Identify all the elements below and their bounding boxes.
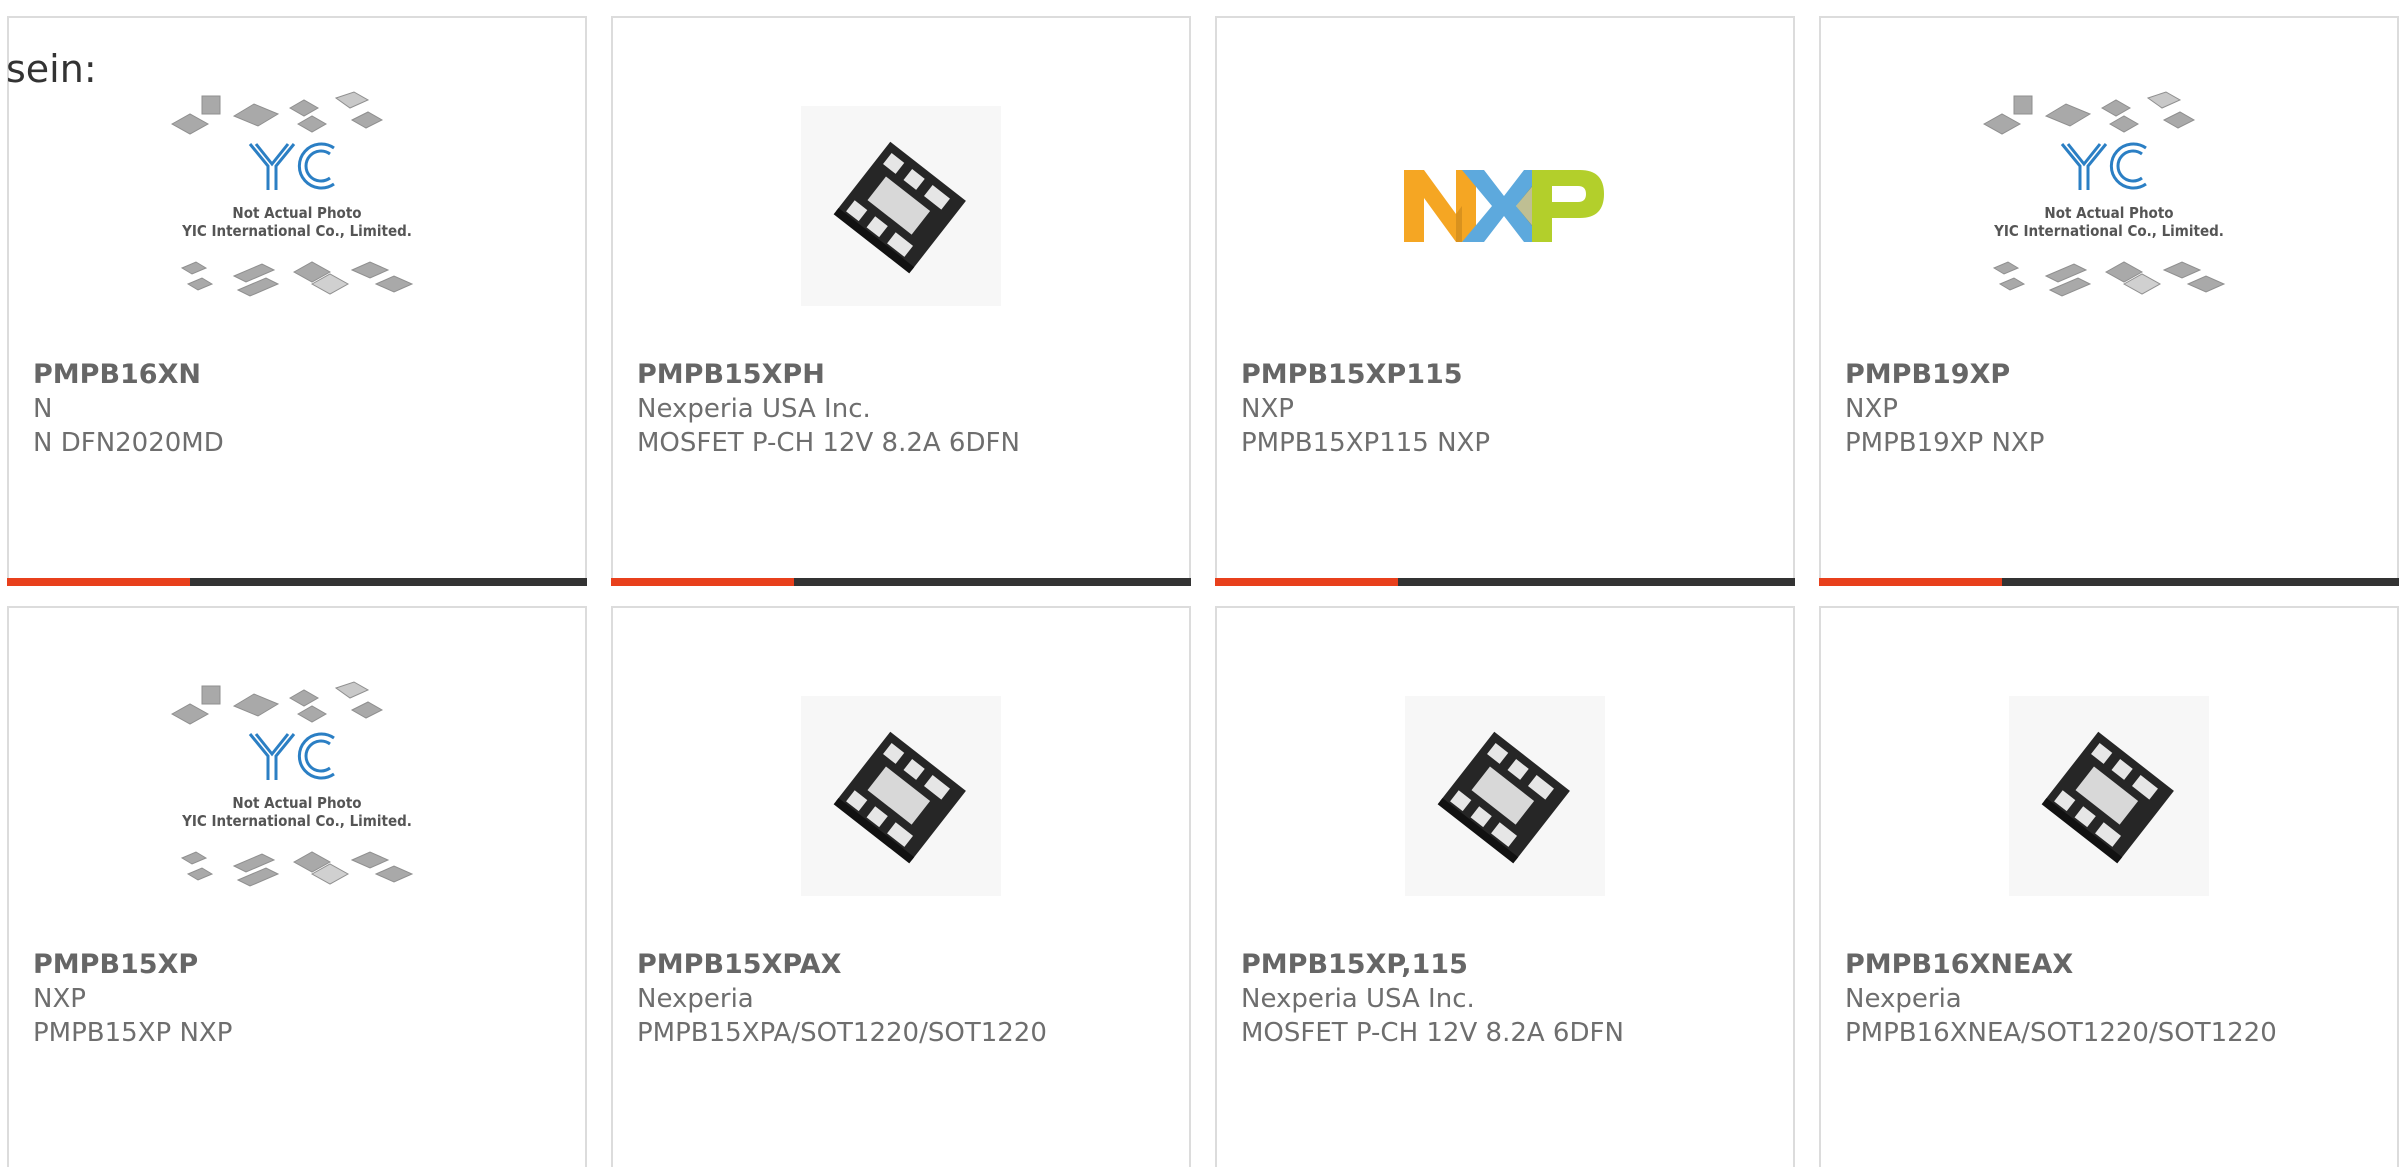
product-image — [1217, 663, 1793, 928]
description: N DFN2020MD — [33, 428, 224, 458]
manufacturer: NXP — [1845, 394, 1898, 424]
chip-image — [801, 695, 1001, 896]
card-bottom-bar — [1215, 578, 1795, 586]
manufacturer: Nexperia — [1845, 984, 1962, 1014]
part-number[interactable]: PMPB19XP — [1845, 358, 2387, 392]
description: MOSFET P-CH 12V 8.2A 6DFN — [1241, 1018, 1624, 1048]
yic-line1: Not Actual Photo — [232, 204, 361, 222]
part-number[interactable]: PMPB15XP — [33, 948, 575, 982]
yic-line2: YIC International Co., Limited. — [181, 812, 412, 830]
description: MOSFET P-CH 12V 8.2A 6DFN — [637, 428, 1020, 458]
yic-line2: YIC International Co., Limited. — [181, 222, 412, 240]
part-number[interactable]: PMPB15XPAX — [637, 948, 1179, 982]
product-image — [613, 663, 1189, 928]
chip-image — [1405, 695, 1605, 896]
yic-line2: YIC International Co., Limited. — [1993, 222, 2224, 240]
manufacturer: Nexperia USA Inc. — [1241, 984, 1475, 1014]
product-card[interactable]: PMPB15XP115 NXP PMPB15XP115 NXP — [1215, 16, 1795, 586]
product-grid: Not Actual Photo YIC International Co., … — [0, 0, 2400, 1167]
part-number[interactable]: PMPB15XPH — [637, 358, 1179, 392]
product-image: Not Actual Photo YIC International Co., … — [9, 663, 585, 928]
description: PMPB16XNEA/SOT1220/SOT1220 — [1845, 1018, 2277, 1048]
manufacturer: Nexperia — [637, 984, 754, 1014]
part-number[interactable]: PMPB16XN — [33, 358, 575, 392]
card-bottom-bar — [1819, 578, 2399, 586]
manufacturer: NXP — [33, 984, 86, 1014]
part-number[interactable]: PMPB15XP,115 — [1241, 948, 1783, 982]
manufacturer: N — [33, 394, 53, 424]
nxp-logo — [1404, 169, 1604, 242]
card-accent-bar — [1215, 578, 1398, 586]
part-number[interactable]: PMPB16XNEAX — [1845, 948, 2387, 982]
yic-line1: Not Actual Photo — [2044, 204, 2173, 222]
product-card[interactable]: PMPB15XP,115 Nexperia USA Inc. MOSFET P-… — [1215, 606, 1795, 1167]
card-accent-bar — [611, 578, 794, 586]
product-card[interactable]: Not Actual Photo YIC International Co., … — [1819, 16, 2399, 586]
manufacturer: Nexperia USA Inc. — [637, 394, 871, 424]
product-image — [613, 73, 1189, 338]
product-card[interactable]: PMPB15XPH Nexperia USA Inc. MOSFET P-CH … — [611, 16, 1191, 586]
description: PMPB15XP115 NXP — [1241, 428, 1491, 458]
yic-line1: Not Actual Photo — [232, 794, 361, 812]
card-accent-bar — [1819, 578, 2002, 586]
product-image: Not Actual Photo YIC International Co., … — [1821, 73, 2397, 338]
product-card[interactable]: Not Actual Photo YIC International Co., … — [7, 16, 587, 586]
product-image — [1821, 663, 2397, 928]
yic-placeholder-image: Not Actual Photo YIC International Co., … — [1982, 90, 2226, 297]
product-card[interactable]: PMPB16XNEAX Nexperia PMPB16XNEA/SOT1220/… — [1819, 606, 2399, 1167]
card-accent-bar — [7, 578, 190, 586]
product-image — [1217, 73, 1793, 338]
description: PMPB19XP NXP — [1845, 428, 2045, 458]
card-bottom-bar — [611, 578, 1191, 586]
intro-text: sein: — [6, 47, 97, 91]
product-image: Not Actual Photo YIC International Co., … — [9, 73, 585, 338]
yic-placeholder-image: Not Actual Photo YIC International Co., … — [170, 90, 414, 297]
chip-image — [2009, 695, 2209, 896]
description: PMPB15XPA/SOT1220/SOT1220 — [637, 1018, 1047, 1048]
part-number[interactable]: PMPB15XP115 — [1241, 358, 1783, 392]
product-listing-page: sein: Not Actual Photo YIC International… — [0, 0, 2400, 1167]
product-card[interactable]: PMPB15XPAX Nexperia PMPB15XPA/SOT1220/SO… — [611, 606, 1191, 1167]
product-card[interactable]: Not Actual Photo YIC International Co., … — [7, 606, 587, 1167]
card-bottom-bar — [7, 578, 587, 586]
description: PMPB15XP NXP — [33, 1018, 233, 1048]
yic-placeholder-image: Not Actual Photo YIC International Co., … — [170, 680, 414, 887]
chip-image — [801, 105, 1001, 306]
manufacturer: NXP — [1241, 394, 1294, 424]
